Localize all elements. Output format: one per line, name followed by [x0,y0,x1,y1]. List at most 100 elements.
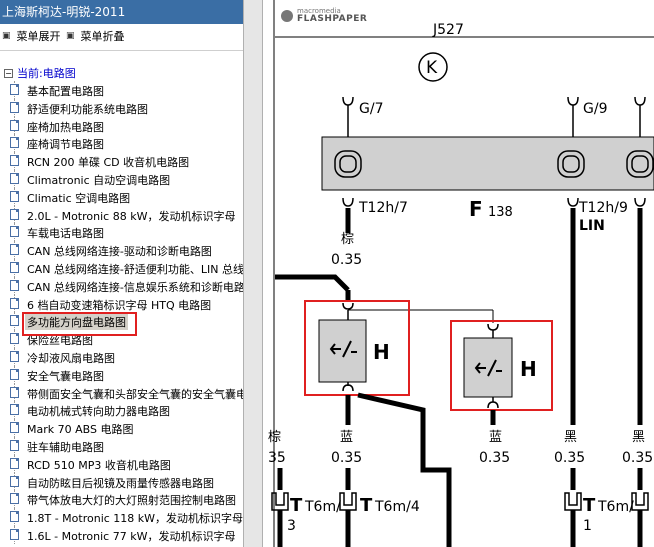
bottom-wire-color-3: 蓝 [489,430,502,445]
wire-color-top: 棕 [341,232,354,247]
connector-t-3: T [583,495,596,516]
tree-item-label: 6 档自动变速箱标识字母 HTQ 电路图 [27,298,212,312]
connector-block [321,136,654,191]
bottom-wire-size-3: 0.35 [479,450,510,466]
expand-icon: ▣ [2,31,11,41]
document-icon [10,475,19,487]
tree-item-label: 1.8T - Motronic 118 kW，发动机标识字母 [27,512,243,526]
document-icon [10,350,19,362]
tree-item[interactable]: 冷却液风扇电路图 [0,347,243,366]
document-icon [10,137,19,149]
pin-label-g7: G/7 [359,101,383,117]
document-icon [10,404,19,416]
tree-item[interactable]: Climatronic 自动空调电路图 [0,169,243,188]
document-icon [10,368,19,380]
tree-item[interactable]: 安全气囊电路图 [0,365,243,384]
document-icon [10,528,19,540]
tree-item-label: 自动防眩目后视镜及雨量传感器电路图 [27,476,214,490]
document-viewer: J527 K G/7 G/9 T12h/7 T12h/9 LIN F 138 棕… [263,0,654,547]
connector-t-2: T [360,495,373,516]
tree-item[interactable]: 6 档自动变速箱标识字母 HTQ 电路图 [0,294,243,313]
terminal-label-right: T12h/9 [578,200,628,216]
tree-item[interactable]: 电动机械式转向助力器电路图 [0,401,243,420]
tree-item-label: RCD 510 MP3 收音机电路图 [27,458,171,472]
component-letter: F [469,197,483,221]
document-icon [10,439,19,451]
bottom-wire-color-4: 黑 [564,430,577,445]
pin-label-g9: G/9 [583,101,607,117]
logo-line-2: FLASHPAPER [297,14,368,24]
document-icon [10,422,19,434]
tree-item[interactable]: RCD 510 MP3 收音机电路图 [0,454,243,473]
collapse-menu-button[interactable]: ▣ 菜单折叠 [66,28,125,44]
connector-t-1: T [290,495,303,516]
tree-item[interactable]: 1.8T - Motronic 118 kW，发动机标识字母 [0,508,243,526]
tree-item-label: 带侧面安全气囊和头部安全气囊的安全气囊电 [27,387,243,401]
svg-text:K: K [426,58,438,78]
splitter-bar[interactable] [243,0,263,547]
lin-label: LIN [579,218,605,234]
tree-item[interactable]: 1.6L - Motronic 77 kW，发动机标识字母 [0,525,243,544]
flashpaper-logo: macromedia FLASHPAPER [281,8,367,24]
partial-component-label: J527 [432,22,464,38]
collapse-menu-label: 菜单折叠 [80,30,125,43]
collapse-icon: ▣ [66,31,75,41]
toolbar-divider [0,50,243,51]
document-icon [10,457,19,469]
document-icon [10,190,19,202]
tree-item[interactable]: 座椅加热电路图 [0,116,243,135]
tree-item-label: 带气体放电大灯的大灯照射范围控制电路图 [27,494,236,508]
document-icon [10,84,19,95]
wire-size-top: 0.35 [331,252,362,268]
document-icon [10,101,19,113]
tree-item[interactable]: Mark 70 ABS 电路图 [0,419,243,437]
terminal-label-left: T12h/7 [358,200,408,216]
navigation-panel: 上海斯柯达-明锐-2011 ▣ 菜单展开 ▣ 菜单折叠 − 当前:电路图 基本配… [0,0,243,547]
connector-num-3: 1 [583,518,592,534]
switch-symbol-2: H [463,323,537,409]
document-icon [10,511,19,523]
tree-item[interactable]: 2.0L - Motronic 88 kW，发动机标识字母 [0,205,243,224]
collapse-node-icon[interactable]: − [4,68,13,78]
document-icon [10,333,19,345]
tree-item[interactable]: 驻车辅助电路图 [0,436,243,455]
tree-item-label: 安全气囊电路图 [27,369,104,383]
tree-item[interactable]: CAN 总线网络连接-信息娱乐系统和诊断电路 [0,276,243,295]
macromedia-logo-icon [281,10,293,22]
bottom-wire-color-1: 棕 [268,430,281,445]
tree-item[interactable]: 基本配置电路图 [0,81,243,99]
connector-label-1: T6m/ [304,499,341,515]
document-icon [10,297,19,309]
expand-menu-button[interactable]: ▣ 菜单展开 [2,28,61,44]
tree-item-label: 电动机械式转向助力器电路图 [27,405,170,419]
tree-item-label: CAN 总线网络连接-驱动和诊断电路图 [27,245,212,259]
bottom-wire-size-1: 35 [268,450,286,466]
tree-item-label: Climatic 空调电路图 [27,191,131,205]
document-icon [10,261,19,273]
tree-item[interactable]: RCN 200 单碟 CD 收音机电路图 [0,152,243,170]
tree-root-label: 当前:电路图 [17,67,76,80]
expand-menu-label: 菜单展开 [16,30,61,43]
svg-text:H: H [373,340,390,364]
tree-item[interactable]: 座椅调节电路图 [0,134,243,153]
tree-item-label: CAN 总线网络连接-舒适便利功能、LIN 总线 [27,262,243,276]
tree-item-label: CAN 总线网络连接-信息娱乐系统和诊断电路 [27,280,243,294]
tree-root[interactable]: − 当前:电路图 [4,65,76,81]
tree-item-label: 车载电话电路图 [27,227,104,241]
tree-item[interactable]: 舒适便利功能系统电路图 [0,98,243,117]
tree-item[interactable]: CAN 总线网络连接-驱动和诊断电路图 [0,241,243,259]
window-title: 上海斯柯达-明锐-2011 [0,0,243,24]
bottom-wire-size-2: 0.35 [331,450,362,466]
tree-item[interactable]: 带侧面安全气囊和头部安全气囊的安全气囊电 [0,383,243,402]
menu-toolbar: ▣ 菜单展开 ▣ 菜单折叠 [0,24,243,46]
bottom-wire-size-4: 0.35 [554,450,585,466]
tree-item[interactable]: Climatic 空调电路图 [0,187,243,206]
tree-item[interactable]: 自动防眩目后视镜及雨量传感器电路图 [0,472,243,491]
component-number: 138 [488,205,513,220]
connector-label-2: T6m/4 [374,499,420,515]
document-icon [10,119,19,131]
tree-item[interactable]: CAN 总线网络连接-舒适便利功能、LIN 总线 [0,258,243,277]
tree-item[interactable]: 车载电话电路图 [0,223,243,242]
tree-item-label: 座椅加热电路图 [27,120,104,134]
tree-item[interactable]: 带气体放电大灯的大灯照射范围控制电路图 [0,490,243,509]
